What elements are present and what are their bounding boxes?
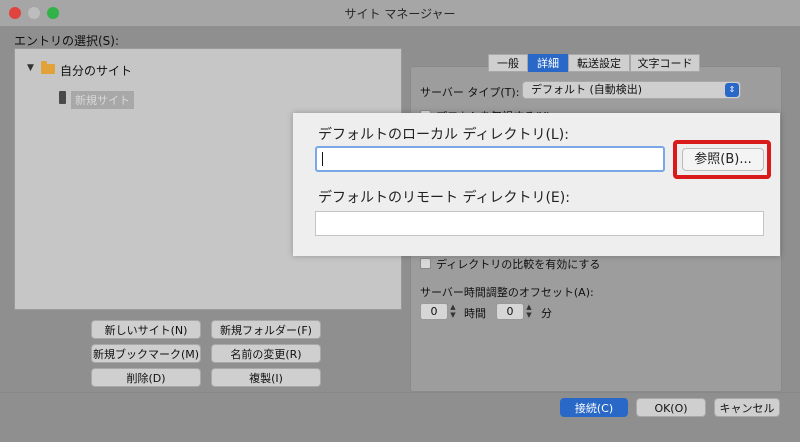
- server-type-label: サーバー タイプ(T):: [420, 86, 520, 99]
- site-icon: [59, 91, 66, 104]
- entries-label: エントリの選択(S):: [14, 34, 120, 48]
- tab-advanced[interactable]: 詳細: [528, 54, 568, 72]
- hours-unit-label: 時間: [464, 307, 486, 320]
- ok-button[interactable]: OK(O): [636, 398, 706, 417]
- new-site-button[interactable]: 新しいサイト(N): [91, 320, 201, 339]
- tab-transfer-settings[interactable]: 転送設定: [568, 54, 630, 72]
- folder-icon: [41, 61, 55, 74]
- tree-item-new-site[interactable]: 新規サイト: [71, 91, 134, 109]
- minutes-offset-field[interactable]: 0: [496, 303, 524, 320]
- title-bar: サイト マネージャー: [0, 0, 800, 26]
- time-offset-label: サーバー時間調整のオフセット(A):: [420, 286, 594, 299]
- new-folder-button[interactable]: 新規フォルダー(F): [211, 320, 321, 339]
- new-bookmark-button[interactable]: 新規ブックマーク(M): [91, 344, 201, 363]
- dir-comparison-label: ディレクトリの比較を有効にする: [436, 258, 601, 271]
- cancel-button[interactable]: キャンセル: [714, 398, 780, 417]
- tab-charset[interactable]: 文字コード: [630, 54, 700, 72]
- select-arrows-icon: ⇕: [725, 83, 739, 97]
- tree-folder-my-sites[interactable]: 自分のサイト: [60, 62, 132, 79]
- duplicate-button[interactable]: 複製(I): [211, 368, 321, 387]
- delete-button[interactable]: 削除(D): [91, 368, 201, 387]
- rename-button[interactable]: 名前の変更(R): [211, 344, 321, 363]
- minutes-stepper-icon[interactable]: ▲ ▼: [524, 303, 534, 320]
- remote-dir-label: デフォルトのリモート ディレクトリ(E):: [318, 190, 570, 206]
- local-dir-input[interactable]: [315, 146, 665, 172]
- remote-dir-input[interactable]: [315, 211, 764, 236]
- disclosure-triangle-icon[interactable]: ▼: [27, 63, 34, 73]
- dir-comparison-checkbox[interactable]: [420, 258, 431, 269]
- hours-stepper-icon[interactable]: ▲ ▼: [448, 303, 458, 320]
- text-caret: [322, 152, 323, 166]
- minutes-unit-label: 分: [541, 307, 552, 320]
- server-type-value: デフォルト (自動検出): [531, 83, 643, 96]
- local-dir-label: デフォルトのローカル ディレクトリ(L):: [318, 127, 569, 143]
- hours-offset-field[interactable]: 0: [420, 303, 448, 320]
- tab-general[interactable]: 一般: [488, 54, 528, 72]
- zoom-callout: デフォルトのローカル ディレクトリ(L): 参照(B)... デフォルトのリモー…: [293, 113, 780, 256]
- connect-button[interactable]: 接続(C): [560, 398, 628, 417]
- highlight-box: [673, 140, 771, 179]
- window-title: サイト マネージャー: [344, 7, 456, 21]
- server-type-select[interactable]: デフォルト (自動検出) ⇕: [522, 81, 741, 99]
